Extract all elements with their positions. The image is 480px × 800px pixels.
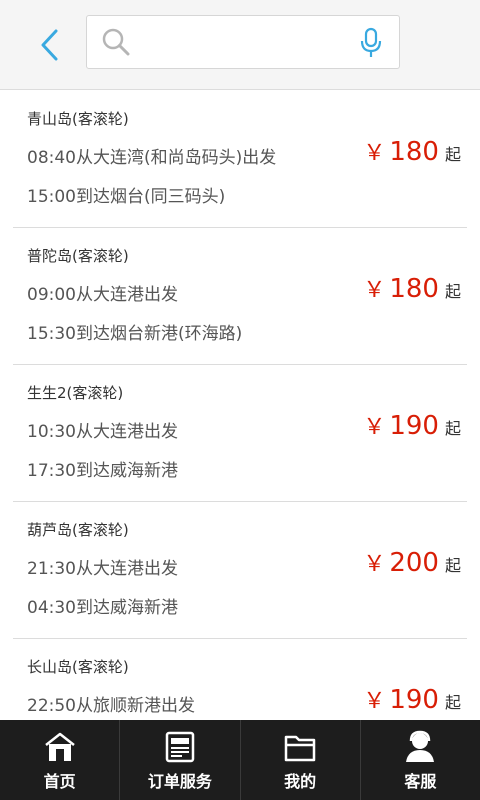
tab-customer-service[interactable]: 客服 [361, 720, 480, 800]
route-item[interactable]: 普陀岛(客滚轮) 09:00从大连港出发 15:30到达烟台新港(环海路) ￥ … [13, 228, 467, 365]
bottom-tab-bar: 首页 订单服务 我的 客服 [0, 720, 480, 800]
departure-info: 22:50从旅顺新港出发 [27, 696, 195, 716]
route-item[interactable]: 青山岛(客滚轮) 08:40从大连湾(和尚岛码头)出发 15:00到达烟台(同三… [13, 91, 467, 228]
price-amount: 190 [389, 411, 439, 441]
ship-name: 长山岛(客滚轮) [27, 658, 129, 676]
currency-symbol: ￥ [363, 552, 386, 577]
arrival-info: 15:30到达烟台新港(环海路) [27, 324, 243, 344]
price-amount: 190 [389, 685, 439, 715]
currency-symbol: ￥ [363, 141, 386, 166]
departure-info: 10:30从大连港出发 [27, 422, 178, 442]
price: ￥ 190 起 [363, 409, 461, 441]
departure-info: 21:30从大连港出发 [27, 559, 178, 579]
currency-symbol: ￥ [363, 415, 386, 440]
departure-info: 09:00从大连港出发 [27, 285, 178, 305]
tab-label: 我的 [284, 772, 317, 791]
tab-order-service[interactable]: 订单服务 [120, 720, 241, 800]
price-suffix: 起 [444, 282, 461, 301]
back-button[interactable] [24, 22, 74, 68]
route-item[interactable]: 长山岛(客滚轮) 22:50从旅顺新港出发 ￥ 190 起 [13, 639, 467, 720]
price: ￥ 180 起 [363, 135, 461, 167]
price-suffix: 起 [444, 419, 461, 438]
route-item[interactable]: 葫芦岛(客滚轮) 21:30从大连港出发 04:30到达威海新港 ￥ 200 起 [13, 502, 467, 639]
route-item[interactable]: 生生2(客滚轮) 10:30从大连港出发 17:30到达威海新港 ￥ 190 起 [13, 365, 467, 502]
folder-icon [284, 735, 316, 762]
top-bar [0, 0, 480, 90]
route-list: 青山岛(客滚轮) 08:40从大连湾(和尚岛码头)出发 15:00到达烟台(同三… [0, 91, 480, 720]
ship-name: 普陀岛(客滚轮) [27, 247, 129, 265]
arrival-info: 04:30到达威海新港 [27, 598, 178, 618]
price-amount: 200 [389, 548, 439, 578]
tab-label: 订单服务 [147, 772, 212, 791]
tab-label: 客服 [404, 772, 437, 791]
search-icon [102, 28, 130, 56]
ship-name: 生生2(客滚轮) [27, 384, 124, 402]
microphone-icon[interactable] [357, 27, 385, 59]
price-amount: 180 [389, 137, 439, 167]
price: ￥ 180 起 [363, 272, 461, 304]
chevron-left-icon [41, 29, 58, 61]
ship-name: 青山岛(客滚轮) [27, 110, 129, 128]
customer-service-icon [406, 730, 435, 762]
search-input[interactable] [139, 24, 353, 62]
tab-home[interactable]: 首页 [0, 720, 121, 800]
price-suffix: 起 [444, 556, 461, 575]
tab-label: 首页 [43, 772, 76, 791]
price-suffix: 起 [444, 145, 461, 164]
price-amount: 180 [389, 274, 439, 304]
home-icon [44, 732, 75, 761]
tab-mine[interactable]: 我的 [241, 720, 361, 800]
arrival-info: 17:30到达威海新港 [27, 461, 178, 481]
price: ￥ 190 起 [363, 683, 461, 715]
search-box[interactable] [86, 15, 400, 69]
ship-name: 葫芦岛(客滚轮) [27, 521, 129, 539]
arrival-info: 15:00到达烟台(同三码头) [27, 187, 226, 207]
currency-symbol: ￥ [363, 689, 386, 714]
currency-symbol: ￥ [363, 278, 386, 303]
departure-info: 08:40从大连湾(和尚岛码头)出发 [27, 148, 277, 168]
price: ￥ 200 起 [363, 546, 461, 578]
price-suffix: 起 [444, 693, 461, 712]
newspaper-icon [165, 731, 195, 763]
